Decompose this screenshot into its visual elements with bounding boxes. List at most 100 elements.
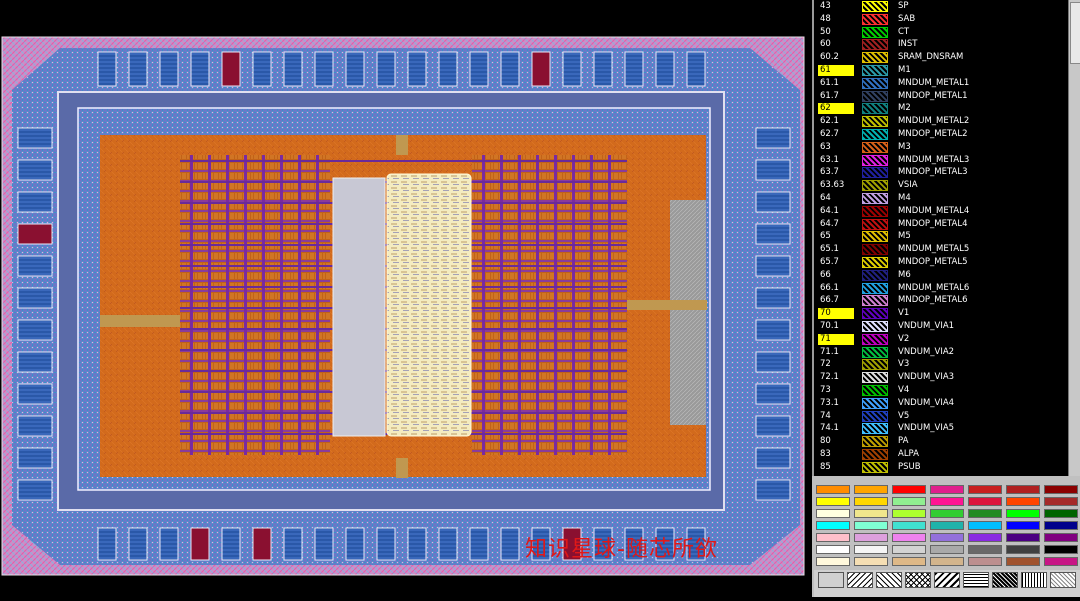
layer-row[interactable]: 83 ALPA: [814, 448, 1070, 461]
layer-swatch[interactable]: [862, 282, 888, 294]
layer-swatch[interactable]: [862, 397, 888, 409]
layer-swatch[interactable]: [862, 65, 888, 76]
layer-row[interactable]: 50 CT: [814, 26, 1070, 39]
color-swatch[interactable]: [930, 521, 964, 530]
color-swatch[interactable]: [854, 485, 888, 494]
layer-swatch[interactable]: [862, 13, 888, 25]
layer-list-scrollbar[interactable]: [1068, 0, 1080, 476]
layer-row[interactable]: 71 V2: [814, 333, 1070, 346]
layer-swatch[interactable]: [862, 218, 888, 230]
layer-row[interactable]: 63.63 VSIA: [814, 179, 1070, 192]
layer-row[interactable]: 63.7 MNDOP_METAL3: [814, 166, 1070, 179]
layer-swatch[interactable]: [862, 141, 888, 153]
color-swatch[interactable]: [968, 545, 1002, 554]
color-swatch[interactable]: [854, 521, 888, 530]
layer-swatch[interactable]: [862, 257, 888, 268]
layer-swatch[interactable]: [862, 423, 888, 435]
color-swatch[interactable]: [968, 533, 1002, 542]
color-swatch[interactable]: [892, 521, 926, 530]
layer-swatch[interactable]: [862, 372, 888, 384]
color-swatch[interactable]: [968, 521, 1002, 530]
layer-swatch[interactable]: [862, 77, 888, 89]
layer-swatch[interactable]: [862, 295, 888, 307]
layer-row[interactable]: 61 M1: [814, 64, 1070, 77]
layer-row[interactable]: 61.7 MNDOP_METAL1: [814, 90, 1070, 103]
layer-row[interactable]: 63.1 MNDUM_METAL3: [814, 154, 1070, 167]
color-swatch[interactable]: [892, 545, 926, 554]
layer-row[interactable]: 73 V4: [814, 384, 1070, 397]
color-palette-grid[interactable]: [814, 485, 1080, 573]
color-swatch[interactable]: [1006, 533, 1040, 542]
layer-row[interactable]: 80 PA: [814, 435, 1070, 448]
color-swatch[interactable]: [930, 557, 964, 566]
layer-swatch[interactable]: [862, 346, 888, 358]
layer-swatch[interactable]: [862, 244, 888, 256]
stipple-diag-icon[interactable]: [847, 572, 873, 588]
layer-row[interactable]: 48 SAB: [814, 13, 1070, 26]
color-swatch[interactable]: [1006, 557, 1040, 566]
color-swatch[interactable]: [968, 485, 1002, 494]
color-swatch[interactable]: [1006, 545, 1040, 554]
layer-swatch[interactable]: [862, 461, 888, 473]
layer-swatch[interactable]: [862, 116, 888, 128]
layer-row[interactable]: 64.7 MNDOP_METAL4: [814, 218, 1070, 231]
layer-swatch[interactable]: [862, 90, 888, 102]
layer-row[interactable]: 73.1 VNDUM_VIA4: [814, 397, 1070, 410]
layer-swatch[interactable]: [862, 321, 888, 332]
color-swatch[interactable]: [930, 485, 964, 494]
color-swatch[interactable]: [1044, 509, 1078, 518]
sram-macro[interactable]: [386, 173, 472, 437]
color-swatch[interactable]: [892, 509, 926, 518]
color-swatch[interactable]: [816, 485, 850, 494]
layer-row[interactable]: 65 M5: [814, 230, 1070, 243]
stipple-wave-icon[interactable]: [1050, 572, 1076, 588]
layer-row[interactable]: 74 V5: [814, 410, 1070, 423]
layer-swatch[interactable]: [862, 449, 888, 460]
color-swatch[interactable]: [930, 533, 964, 542]
layer-row[interactable]: 64.1 MNDUM_METAL4: [814, 205, 1070, 218]
layer-swatch[interactable]: [862, 103, 888, 115]
layer-row[interactable]: 66.7 MNDOP_METAL6: [814, 294, 1070, 307]
color-swatch[interactable]: [1006, 509, 1040, 518]
color-swatch[interactable]: [1044, 497, 1078, 506]
layer-row[interactable]: 72 V3: [814, 358, 1070, 371]
layer-swatch[interactable]: [862, 193, 888, 204]
stipple-dense-icon[interactable]: [992, 572, 1018, 588]
layer-swatch[interactable]: [862, 385, 888, 396]
color-swatch[interactable]: [1044, 533, 1078, 542]
color-swatch[interactable]: [1044, 557, 1078, 566]
color-swatch[interactable]: [854, 557, 888, 566]
scroll-thumb[interactable]: [1070, 2, 1080, 64]
layer-row[interactable]: 74.1 VNDUM_VIA5: [814, 422, 1070, 435]
layer-row[interactable]: 60 INST: [814, 38, 1070, 51]
color-swatch[interactable]: [930, 545, 964, 554]
layer-swatch[interactable]: [862, 26, 888, 38]
layer-row[interactable]: 60.2 SRAM_DNSRAM: [814, 51, 1070, 64]
stipple-pattern-bar[interactable]: [814, 570, 1080, 597]
color-swatch[interactable]: [968, 497, 1002, 506]
layer-row[interactable]: 71.1 VNDUM_VIA2: [814, 346, 1070, 359]
color-swatch[interactable]: [968, 557, 1002, 566]
layer-row[interactable]: 62.1 MNDUM_METAL2: [814, 115, 1070, 128]
color-swatch[interactable]: [930, 509, 964, 518]
color-swatch[interactable]: [1044, 521, 1078, 530]
layer-swatch[interactable]: [862, 129, 888, 140]
stipple-diag2-icon[interactable]: [876, 572, 902, 588]
color-swatch[interactable]: [816, 521, 850, 530]
layer-row[interactable]: 66.1 MNDUM_METAL6: [814, 282, 1070, 295]
layer-swatch[interactable]: [862, 269, 888, 281]
color-swatch[interactable]: [892, 485, 926, 494]
stipple-fine-icon[interactable]: [1021, 572, 1047, 588]
layer-row[interactable]: 70.1 VNDUM_VIA1: [814, 320, 1070, 333]
stipple-cross-icon[interactable]: [905, 572, 931, 588]
layer-swatch[interactable]: [862, 1, 888, 12]
layer-row[interactable]: 72.1 VNDUM_VIA3: [814, 371, 1070, 384]
layer-swatch[interactable]: [862, 436, 888, 448]
layer-row[interactable]: 70 V1: [814, 307, 1070, 320]
layer-row[interactable]: 61.1 MNDUM_METAL1: [814, 77, 1070, 90]
color-swatch[interactable]: [854, 509, 888, 518]
layer-row[interactable]: 64 M4: [814, 192, 1070, 205]
layer-swatch[interactable]: [862, 231, 888, 243]
color-swatch[interactable]: [892, 497, 926, 506]
color-swatch[interactable]: [816, 557, 850, 566]
